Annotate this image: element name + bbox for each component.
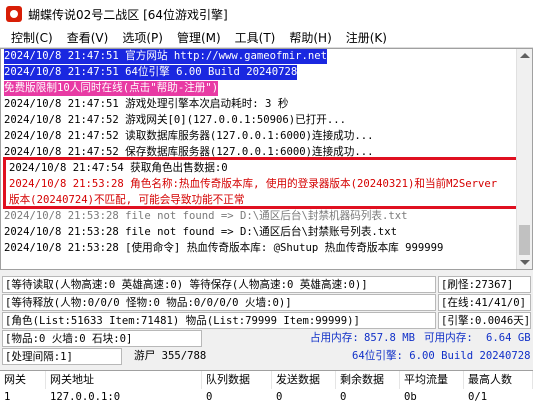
menu-register[interactable]: 注册(K)	[339, 29, 394, 46]
log-line: 免费版限制10人同时在线(点击"帮助-注册")	[4, 81, 219, 96]
window-title: 蝴蝶传说02号二战区 [64位游戏引擎]	[28, 7, 228, 22]
mem-used-label: 占用内存:	[310, 332, 359, 344]
scroll-up-icon[interactable]	[520, 53, 530, 58]
status-zombie: 游尸 355/788	[134, 350, 207, 362]
table-cell[interactable]: 0	[336, 389, 400, 405]
menu-view[interactable]: 查看(V)	[60, 29, 116, 46]
title-bar: 蝴蝶传说02号二战区 [64位游戏引擎]	[0, 0, 533, 28]
table-cell[interactable]: 127.0.0.1:0	[46, 389, 202, 405]
menu-tools[interactable]: 工具(T)	[228, 29, 283, 46]
status-refresh-monster: [刷怪:27367]	[438, 276, 531, 293]
status-panel: [等待读取(人物高速:0 英雄高速:0) 等待保存(人物高速:0 英雄高速:0)…	[0, 274, 533, 368]
table-cell[interactable]: 0/1	[464, 389, 533, 405]
column-header[interactable]: 剩余数据	[336, 371, 400, 389]
menu-manage[interactable]: 管理(M)	[170, 29, 228, 46]
table-cell[interactable]: 1	[0, 389, 46, 405]
status-wait-read: [等待读取(人物高速:0 英雄高速:0) 等待保存(人物高速:0 英雄高速:0)…	[2, 276, 436, 293]
log-line: 2024/10/8 21:47:52 游戏网关[0](127.0.0.1:509…	[4, 114, 347, 126]
app-icon	[6, 6, 22, 22]
menu-bar: 控制(C) 查看(V) 选项(P) 管理(M) 工具(T) 帮助(H) 注册(K…	[0, 28, 533, 48]
table-cell[interactable]: 0b	[400, 389, 464, 405]
mem-avail-value: 6.64 GB	[486, 332, 531, 344]
column-header[interactable]: 网关地址	[46, 371, 202, 389]
log-line: 2024/10/8 21:47:51 官方网站 http://www.gameo…	[4, 49, 328, 64]
column-header[interactable]: 发送数据	[272, 371, 336, 389]
table-cell[interactable]: 0	[202, 389, 272, 405]
log-line: 2024/10/8 21:47:52 读取数据库服务器(127.0.0.1:60…	[4, 130, 374, 142]
menu-control[interactable]: 控制(C)	[4, 29, 60, 46]
log-line: 2024/10/8 21:53:28 file not found => D:\…	[4, 226, 397, 238]
status-online: [在线:41/41/0]	[438, 294, 531, 311]
table-cell[interactable]: 0	[272, 389, 336, 405]
column-header[interactable]: 网关	[0, 371, 46, 389]
log-line: 2024/10/8 21:53:28 [使用命令] 热血传奇版本库: @Shut…	[4, 242, 444, 254]
log-line: 2024/10/8 21:53:28 file not found => D:\…	[4, 210, 408, 222]
log-line: 2024/10/8 21:47:51 64位引擎 6.00 Build 2024…	[4, 65, 298, 80]
gateway-table[interactable]: 网关 网关地址 队列数据 发送数据 剩余数据 平均流量 最高人数 1 127.0…	[0, 370, 533, 409]
mem-avail-label: 可用内存:	[424, 332, 473, 344]
scroll-thumb[interactable]	[519, 225, 530, 255]
column-header[interactable]: 队列数据	[202, 371, 272, 389]
status-role-list: [角色(List:51633 Item:71481) 物品(List:79999…	[2, 312, 436, 329]
status-wait-release: [等待释放(人物:0/0/0 怪物:0 物品:0/0/0/0 火墙:0)]	[2, 294, 436, 311]
status-engine-uptime: [引擎:0.0046天]	[438, 312, 531, 329]
menu-options[interactable]: 选项(P)	[115, 29, 170, 46]
mem-used-value: 857.8 MB	[364, 332, 416, 344]
column-header[interactable]: 平均流量	[400, 371, 464, 389]
log-scrollbar[interactable]	[516, 49, 532, 269]
highlight-box	[3, 157, 519, 209]
menu-help[interactable]: 帮助(H)	[282, 29, 338, 46]
log-line: 2024/10/8 21:47:51 游戏处理引擎本次启动耗时: 3 秒	[4, 98, 289, 110]
status-engine-version: 64位引擎: 6.00 Build 20240728	[352, 350, 531, 362]
log-panel[interactable]: 2024/10/8 21:47:51 官方网站 http://www.gameo…	[0, 48, 533, 270]
column-header[interactable]: 最高人数	[464, 371, 533, 389]
status-items: [物品:0 火墙:0 石块:0]	[2, 330, 202, 347]
status-interval: [处理间隔:1]	[2, 348, 122, 365]
scroll-down-icon[interactable]	[520, 260, 530, 265]
